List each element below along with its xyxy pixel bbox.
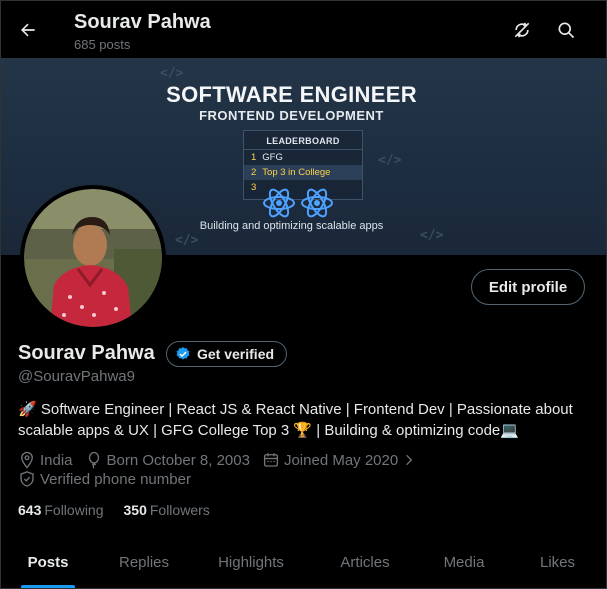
- leaderboard-rank: 3: [251, 182, 257, 193]
- leaderboard-text: GFG: [262, 152, 283, 163]
- react-logo-icon: [301, 188, 333, 218]
- get-verified-label: Get verified: [197, 346, 275, 362]
- code-decoration: </>: [160, 66, 184, 81]
- location-text: India: [40, 451, 73, 469]
- birthday-item: Born October 8, 2003: [85, 451, 250, 469]
- leaderboard-rank: 2: [251, 167, 257, 178]
- following-label: Following: [44, 502, 104, 518]
- tab-label: Articles: [340, 554, 390, 571]
- posts-count: 685 posts: [74, 37, 131, 52]
- back-button[interactable]: [12, 14, 44, 46]
- joined-item[interactable]: Joined May 2020: [262, 451, 416, 469]
- followers-label: Followers: [149, 502, 210, 518]
- balloon-icon: [88, 451, 99, 469]
- leaderboard-row: 2 Top 3 in College: [244, 165, 362, 180]
- shield-check-icon: [20, 471, 34, 487]
- tab-media[interactable]: Media: [420, 541, 508, 589]
- follow-stats: 643 Following 350 Followers: [18, 502, 210, 518]
- tab-likes[interactable]: Likes: [508, 541, 607, 589]
- profile-name: Sourav Pahwa: [18, 342, 155, 364]
- get-verified-button[interactable]: Get verified: [166, 341, 288, 367]
- edit-profile-button[interactable]: Edit profile: [471, 269, 585, 305]
- code-decoration: </>: [378, 153, 402, 168]
- tab-label: Replies: [118, 554, 170, 571]
- profile-meta: India Born October 8, 2003 Joined May 20…: [18, 451, 428, 469]
- tab-posts[interactable]: Posts: [0, 541, 96, 589]
- following-count: 643: [18, 502, 42, 518]
- search-icon: [558, 22, 575, 39]
- react-logo-icon: [263, 188, 295, 218]
- active-tab-indicator: [21, 585, 75, 589]
- profile-meta-phone: Verified phone number: [18, 470, 203, 488]
- avatar[interactable]: [20, 185, 166, 331]
- code-decoration: </>: [175, 233, 199, 248]
- leaderboard-heading: LEADERBOARD: [244, 131, 362, 150]
- leaderboard-row: 1 GFG: [244, 150, 362, 165]
- phone-verified-text: Verified phone number: [40, 470, 191, 488]
- followers-count: 350: [123, 502, 147, 518]
- banner-subtitle: FRONTEND DEVELOPMENT: [199, 108, 384, 123]
- page-title: Sourav Pahwa: [74, 11, 211, 33]
- sync-off-icon: [514, 22, 530, 38]
- birthday-text: Born October 8, 2003: [106, 451, 250, 469]
- tab-articles[interactable]: Articles: [310, 541, 420, 589]
- profile-header: Sourav Pahwa 685 posts: [0, 0, 607, 58]
- sync-off-button[interactable]: [508, 16, 536, 44]
- leaderboard-text: Top 3 in College: [262, 167, 331, 178]
- calendar-icon: [263, 453, 279, 467]
- profile-handle: @SouravPahwa9: [18, 368, 135, 385]
- joined-text: Joined May 2020: [283, 451, 399, 469]
- bio-line: 🚀 Software Engineer | React JS & React N…: [18, 401, 573, 418]
- arrow-left-icon: [21, 23, 35, 37]
- tab-label: Media: [443, 554, 485, 571]
- location-pin-icon: [21, 451, 33, 469]
- profile-bio: 🚀 Software Engineer | React JS & React N…: [18, 399, 588, 441]
- tab-label: Posts: [27, 554, 69, 571]
- tab-replies[interactable]: Replies: [96, 541, 192, 589]
- tab-label: Likes: [539, 554, 576, 571]
- leaderboard-rank: 1: [251, 152, 257, 163]
- tab-label: Highlights: [218, 554, 284, 571]
- chevron-right-icon: [406, 454, 413, 466]
- following-link[interactable]: 643 Following: [18, 502, 104, 518]
- search-button[interactable]: [552, 16, 580, 44]
- avatar-photo: [24, 189, 162, 327]
- verified-badge-icon: [176, 347, 190, 360]
- tab-highlights[interactable]: Highlights: [192, 541, 310, 589]
- banner-title: SOFTWARE ENGINEER: [166, 82, 417, 107]
- location-item: India: [18, 451, 73, 469]
- followers-link[interactable]: 350 Followers: [124, 502, 210, 518]
- phone-verified-item: Verified phone number: [18, 470, 191, 488]
- profile-tabs: Posts Replies Highlights Articles Media …: [0, 541, 607, 589]
- bio-line: scalable apps & UX | GFG College Top 3 🏆…: [18, 422, 519, 439]
